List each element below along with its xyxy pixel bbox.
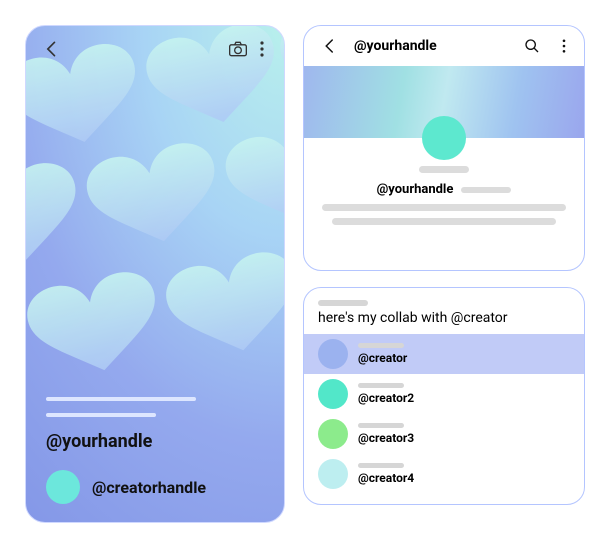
suggestion-handle: @creator xyxy=(358,351,407,365)
placeholder-line xyxy=(461,187,511,193)
suggestion-body: @creator2 xyxy=(358,383,414,405)
story-caption-area: @yourhandle @creatorhandle xyxy=(26,383,284,522)
collab-picker-card: here's my collab with @creator @creator@… xyxy=(303,287,585,505)
caption-placeholder-line xyxy=(46,413,156,417)
placeholder-line xyxy=(322,204,566,211)
collaborator-row[interactable]: @creatorhandle xyxy=(46,470,264,504)
suggestion-avatar xyxy=(318,459,348,489)
suggestion-handle: @creator4 xyxy=(358,471,414,485)
profile-topbar: @yourhandle xyxy=(304,26,584,66)
placeholder-line xyxy=(358,423,404,428)
collab-suggestion-item[interactable]: @creator2 xyxy=(304,374,584,414)
profile-avatar[interactable] xyxy=(422,116,466,160)
collab-suggestion-item[interactable]: @creator3 xyxy=(304,414,584,454)
suggestion-handle: @creator2 xyxy=(358,391,414,405)
suggestion-body: @creator4 xyxy=(358,463,414,485)
more-icon[interactable] xyxy=(556,32,572,60)
suggestion-avatar xyxy=(318,339,348,369)
story-topbar xyxy=(26,26,284,72)
placeholder-line xyxy=(318,300,368,306)
placeholder-line xyxy=(332,218,556,225)
more-icon[interactable] xyxy=(252,35,272,63)
profile-preview-card: @yourhandle @yourhandle xyxy=(303,25,585,271)
placeholder-line xyxy=(358,463,404,468)
placeholder-line xyxy=(358,383,404,388)
collaborator-handle: @creatorhandle xyxy=(92,478,206,497)
suggestion-body: @creator xyxy=(358,343,407,365)
suggestion-avatar xyxy=(318,419,348,449)
profile-title: @yourhandle xyxy=(354,38,508,54)
collab-suggestion-item[interactable]: @creator xyxy=(304,334,584,374)
primary-handle: @yourhandle xyxy=(46,431,264,452)
profile-handle: @yourhandle xyxy=(377,182,454,197)
collaborator-avatar xyxy=(46,470,80,504)
back-icon[interactable] xyxy=(316,32,344,60)
suggestion-avatar xyxy=(318,379,348,409)
caption-placeholder-line xyxy=(46,397,196,401)
story-composer-phone: @yourhandle @creatorhandle xyxy=(25,25,285,523)
collab-suggestion-item[interactable]: @creator4 xyxy=(304,454,584,494)
camera-icon[interactable] xyxy=(224,35,252,63)
placeholder-line xyxy=(358,343,404,348)
suggestion-body: @creator3 xyxy=(358,423,414,445)
back-icon[interactable] xyxy=(38,35,66,63)
search-icon[interactable] xyxy=(518,32,546,60)
suggestion-handle: @creator3 xyxy=(358,431,414,445)
placeholder-line xyxy=(419,166,469,173)
collab-caption: here's my collab with @creator xyxy=(318,310,570,326)
collab-suggestion-list: @creator @creator2 @creator3 @creator4 xyxy=(304,334,584,494)
